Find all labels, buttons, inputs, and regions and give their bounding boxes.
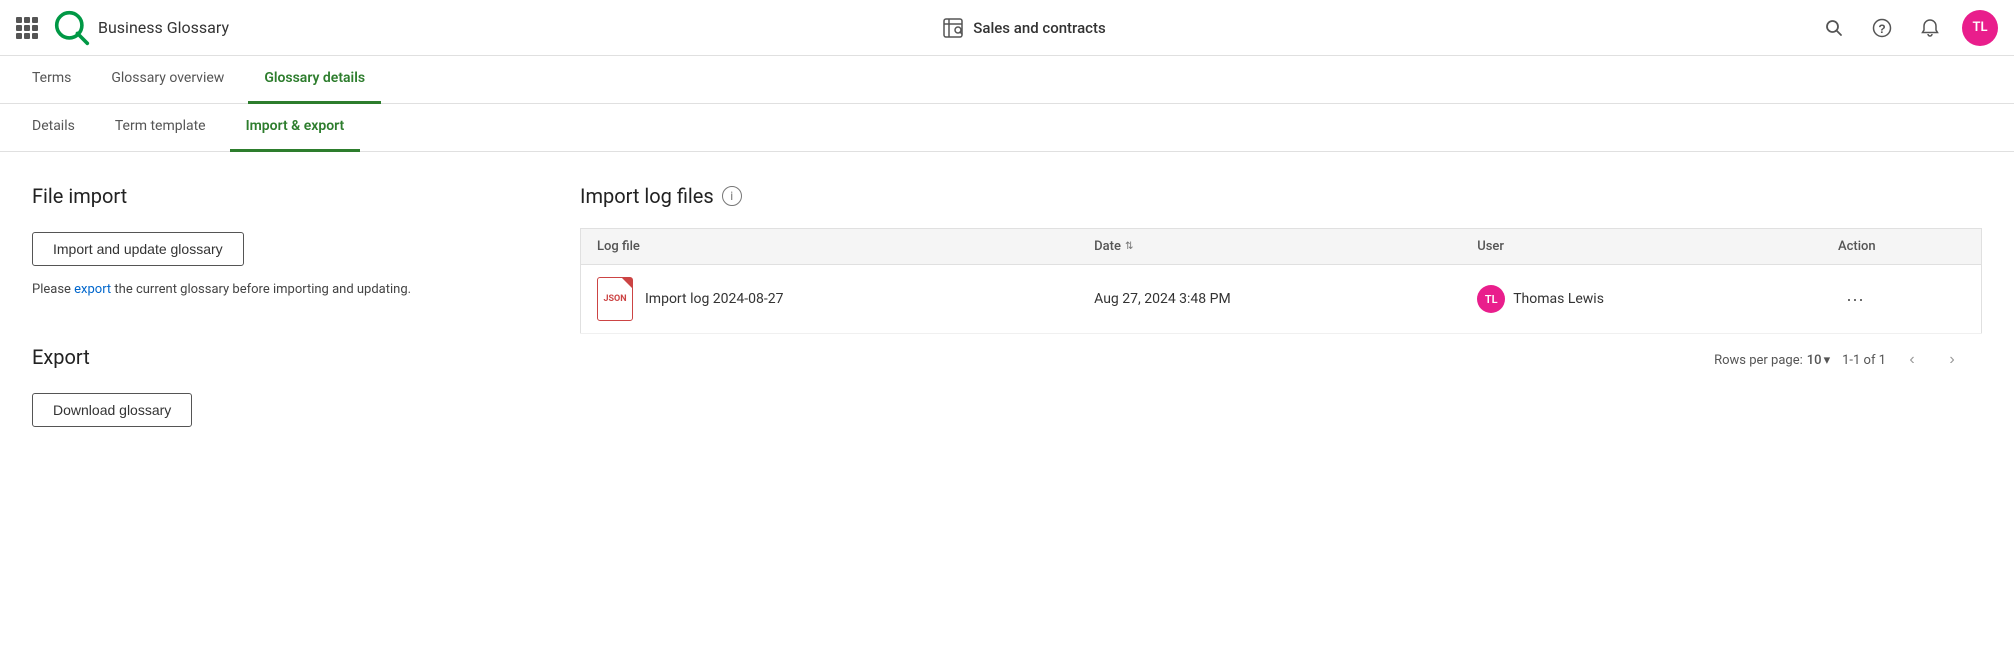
rows-per-page-value: 10 xyxy=(1807,353,1822,368)
tab-glossary-overview[interactable]: Glossary overview xyxy=(95,56,240,104)
sub-tabs: Details Term template Import & export xyxy=(0,104,2014,152)
import-update-button[interactable]: Import and update glossary xyxy=(32,232,244,266)
right-panel: Import log files i Log file Date ⇅ xyxy=(580,184,1982,631)
svg-text:?: ? xyxy=(1878,22,1885,36)
user-cell-avatar: TL xyxy=(1477,285,1505,313)
main-tabs: Terms Glossary overview Glossary details xyxy=(0,56,2014,104)
user-avatar[interactable]: TL xyxy=(1962,10,1998,46)
log-file-cell: JSON Import log 2024-08-27 xyxy=(581,265,1079,334)
bell-icon xyxy=(1920,18,1940,38)
row-more-button[interactable]: ··· xyxy=(1838,285,1872,314)
download-glossary-button[interactable]: Download glossary xyxy=(32,393,192,427)
log-header: Import log files i xyxy=(580,184,1982,208)
app-title: Business Glossary xyxy=(98,18,229,37)
qlik-logo-svg xyxy=(54,10,90,46)
export-title: Export xyxy=(32,345,532,369)
help-button[interactable]: ? xyxy=(1866,12,1898,44)
rows-per-page: Rows per page: 10 ▾ xyxy=(1714,353,1830,368)
col-user: User xyxy=(1461,229,1822,265)
page-info: 1-1 of 1 xyxy=(1842,353,1886,368)
log-user-cell: TL Thomas Lewis xyxy=(1461,265,1822,334)
table-header: Log file Date ⇅ User Action xyxy=(581,229,1982,265)
log-files-title: Import log files xyxy=(580,184,714,208)
export-section: Export Download glossary xyxy=(32,345,532,427)
export-note: Please export the current glossary befor… xyxy=(32,282,532,297)
help-icon: ? xyxy=(1872,18,1892,38)
tab-glossary-details[interactable]: Glossary details xyxy=(248,56,381,104)
next-page-button[interactable]: › xyxy=(1938,346,1966,374)
search-button[interactable] xyxy=(1818,12,1850,44)
main-content: File import Import and update glossary P… xyxy=(0,152,2014,663)
rows-per-page-label: Rows per page: xyxy=(1714,353,1803,368)
qlik-logo: Business Glossary xyxy=(54,10,229,46)
subtab-details[interactable]: Details xyxy=(16,104,91,152)
search-icon xyxy=(1824,18,1844,38)
app-switcher-icon[interactable] xyxy=(16,17,38,39)
subtab-import-export[interactable]: Import & export xyxy=(230,104,361,152)
log-table: Log file Date ⇅ User Action xyxy=(580,228,1982,334)
table-body: JSON Import log 2024-08-27 Aug 27, 2024 … xyxy=(581,265,1982,334)
glossary-nav-icon xyxy=(941,16,965,40)
tab-terms[interactable]: Terms xyxy=(16,56,87,104)
log-file-name: Import log 2024-08-27 xyxy=(645,291,783,307)
notifications-button[interactable] xyxy=(1914,12,1946,44)
nav-center: Sales and contracts xyxy=(229,16,1818,40)
sort-icon: ⇅ xyxy=(1125,241,1133,252)
col-date[interactable]: Date ⇅ xyxy=(1078,229,1461,265)
subtab-term-template[interactable]: Term template xyxy=(99,104,222,152)
user-name: Thomas Lewis xyxy=(1513,291,1604,307)
left-panel: File import Import and update glossary P… xyxy=(32,184,532,631)
rows-dropdown[interactable]: 10 ▾ xyxy=(1807,353,1830,368)
info-icon[interactable]: i xyxy=(722,186,742,206)
col-action: Action xyxy=(1822,229,1982,265)
prev-page-button[interactable]: ‹ xyxy=(1898,346,1926,374)
json-file-icon: JSON xyxy=(597,277,633,321)
glossary-selector[interactable]: Sales and contracts xyxy=(941,16,1105,40)
chevron-down-icon: ▾ xyxy=(1824,353,1831,368)
pagination: Rows per page: 10 ▾ 1-1 of 1 ‹ › xyxy=(580,334,1982,386)
col-log-file: Log file xyxy=(581,229,1079,265)
top-nav: Business Glossary Sales and contracts xyxy=(0,0,2014,56)
nav-right: ? TL xyxy=(1818,10,1998,46)
nav-left: Business Glossary xyxy=(16,10,229,46)
log-date-cell: Aug 27, 2024 3:48 PM xyxy=(1078,265,1461,334)
file-import-title: File import xyxy=(32,184,532,208)
glossary-name: Sales and contracts xyxy=(973,19,1105,37)
table-row: JSON Import log 2024-08-27 Aug 27, 2024 … xyxy=(581,265,1982,334)
log-action-cell: ··· xyxy=(1822,265,1982,334)
